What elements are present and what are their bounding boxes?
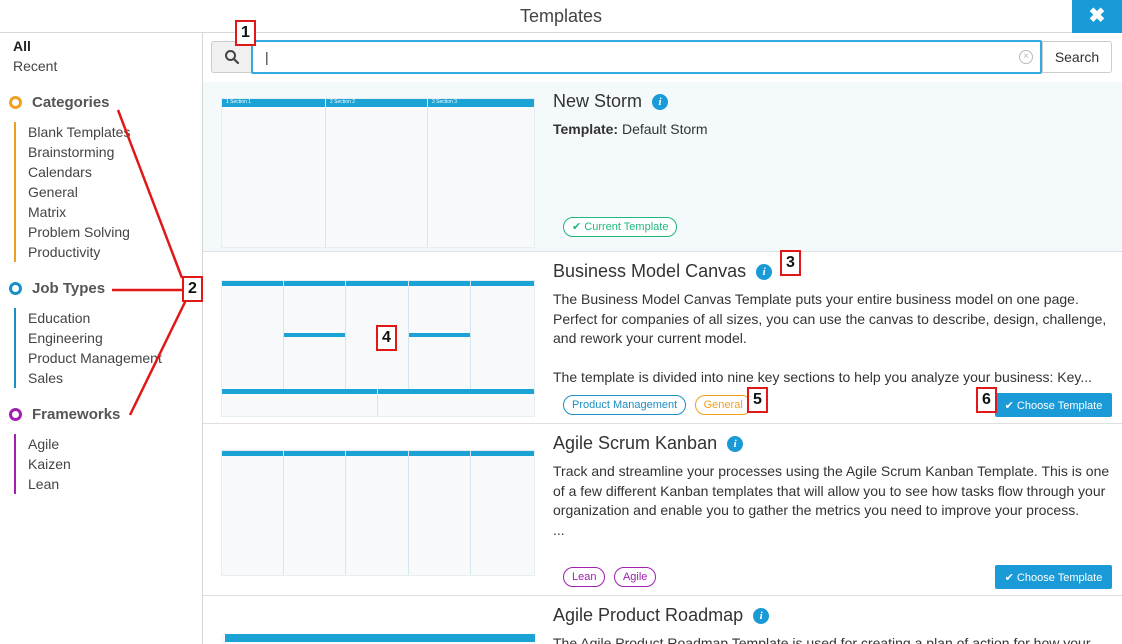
callout-1: 1 [235,20,256,46]
group-frameworks[interactable]: Frameworks [9,406,120,423]
clear-search-icon[interactable]: × [1019,50,1033,64]
template-card-new-storm[interactable]: 1 Section 1 2 Section 2 3 Section 3 New … [203,82,1122,252]
template-title-text: Agile Scrum Kanban [553,433,718,453]
template-description: The Agile Product Roadmap Template is us… [553,634,1119,644]
thumb-section-label: 1 Section 1 [226,99,252,105]
search-input[interactable] [251,40,1042,74]
template-title: Agile Scrum Kanban i [553,433,744,454]
callout-3: 3 [780,250,801,276]
info-icon[interactable]: i [756,263,773,280]
sidebar: All Recent Categories Blank Templates Br… [0,33,203,644]
description-paragraph: The template is divided into nine key se… [553,369,1093,385]
window-title: Templates [519,6,603,26]
sidebar-item-product-management[interactable]: Product Management [28,348,162,368]
main-panel: × Search 1 Section 1 2 Section 2 3 Secti… [203,33,1122,644]
search-button[interactable]: Search [1042,41,1112,73]
close-button[interactable]: ✖ [1072,0,1122,33]
title-bar: Templates ✖ [0,0,1122,33]
group-job-types[interactable]: Job Types [9,280,105,297]
tag-lean[interactable]: Lean [563,567,606,587]
sidebar-item-calendars[interactable]: Calendars [28,162,130,182]
callout-4: 4 [376,325,397,351]
template-source-label: Template: [553,121,619,137]
tag-general[interactable]: General [694,395,752,415]
sidebar-item-brainstorming[interactable]: Brainstorming [28,142,130,162]
categories-ring-icon [9,96,22,109]
tag-agile[interactable]: Agile [613,567,657,587]
close-icon: ✖ [1088,5,1106,27]
template-description: The Business Model Canvas Template puts … [553,290,1119,388]
job-types-ring-icon [9,282,22,295]
thumb-section-label: 3 Section 3 [432,99,458,105]
sidebar-item-productivity[interactable]: Productivity [28,242,130,262]
template-title-text: New Storm [553,91,643,111]
template-title: Agile Product Roadmap i [553,605,770,626]
sidebar-item-engineering[interactable]: Engineering [28,328,162,348]
sidebar-item-all[interactable]: All [13,38,31,54]
template-title-text: Agile Product Roadmap [553,605,744,625]
frameworks-list: Agile Kaizen Lean [14,434,71,494]
group-categories[interactable]: Categories [9,94,110,111]
sidebar-item-problem-solving[interactable]: Problem Solving [28,222,130,242]
sidebar-item-blank-templates[interactable]: Blank Templates [28,122,130,142]
current-template-badge: ✔ Current Template [563,217,678,237]
description-ellipsis: ... [553,521,565,538]
thumb-section-label: 2 Section 2 [330,99,356,105]
callout-6: 6 [976,387,997,413]
template-title: Business Model Canvas i [553,261,773,282]
tag-product-management[interactable]: Product Management [563,395,687,415]
sidebar-item-general[interactable]: General [28,182,130,202]
template-source-value: Default Storm [621,121,708,137]
info-icon[interactable]: i [652,93,669,110]
template-badges: ✔ Current Template [563,217,681,237]
description-paragraph: The Business Model Canvas Template puts … [553,291,1107,346]
group-label: Job Types [32,280,106,297]
template-tags: Lean Agile [563,567,660,587]
template-thumbnail: 1 Section 1 2 Section 2 3 Section 3 [221,98,535,248]
frameworks-ring-icon [9,408,22,421]
callout-2: 2 [182,276,203,302]
template-card-agile-scrum-kanban[interactable]: Agile Scrum Kanban i Track and streamlin… [203,424,1122,596]
callout-5: 5 [747,387,768,413]
sidebar-item-lean[interactable]: Lean [28,474,71,494]
sidebar-item-recent[interactable]: Recent [13,58,57,74]
choose-template-button[interactable]: ✔ Choose Template [995,393,1112,417]
sidebar-item-matrix[interactable]: Matrix [28,202,130,222]
description-paragraph: Track and streamline your processes usin… [553,463,1110,518]
template-title-text: Business Model Canvas [553,261,747,281]
group-label: Categories [32,94,110,111]
choose-template-button[interactable]: ✔ Choose Template [995,565,1112,589]
group-label: Frameworks [32,406,121,423]
template-source: Template: Default Storm [553,120,1119,140]
info-icon[interactable]: i [727,435,744,452]
template-title: New Storm i [553,91,669,112]
sidebar-item-sales[interactable]: Sales [28,368,162,388]
info-icon[interactable]: i [753,607,770,624]
search-bar: × Search [203,33,1122,81]
template-tags: Product Management General [563,395,756,415]
template-thumbnail [221,450,535,576]
sidebar-item-kaizen[interactable]: Kaizen [28,454,71,474]
sidebar-item-education[interactable]: Education [28,308,162,328]
description-paragraph: The Agile Product Roadmap Template is us… [553,635,1091,644]
template-card-agile-product-roadmap[interactable]: Agile Product Roadmap i The Agile Produc… [203,596,1122,644]
sidebar-item-agile[interactable]: Agile [28,434,71,454]
categories-list: Blank Templates Brainstorming Calendars … [14,122,130,262]
job-types-list: Education Engineering Product Management… [14,308,162,388]
template-description: Track and streamline your processes usin… [553,462,1119,540]
template-thumbnail [221,634,535,644]
